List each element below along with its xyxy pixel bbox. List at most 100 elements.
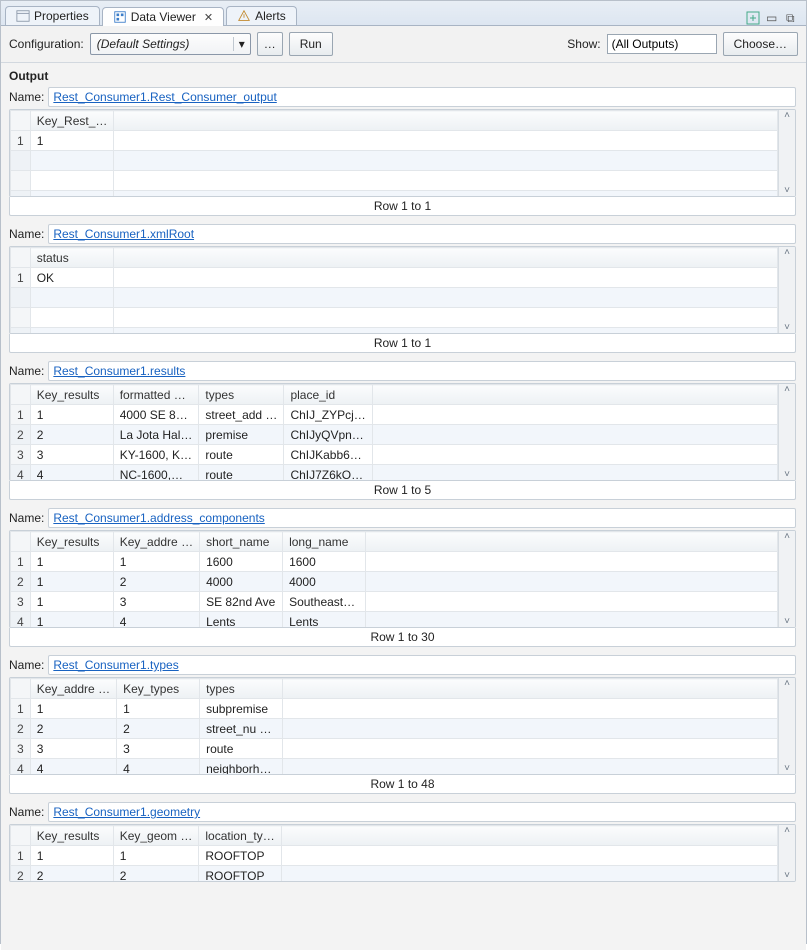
cell[interactable]: 1 <box>30 572 113 592</box>
table-row[interactable] <box>11 171 778 191</box>
data-grid[interactable]: Key_Rest_…11 <box>10 110 778 196</box>
vertical-scrollbar[interactable]: ˄˅ <box>778 531 795 627</box>
cell[interactable]: 4000 <box>283 572 366 592</box>
table-row[interactable]: 111subpremise <box>11 699 778 719</box>
table-row[interactable]: 44NC-1600,…routeChIJ7Z6kO… <box>11 465 778 481</box>
vertical-scrollbar[interactable]: ˄˅ <box>778 678 795 774</box>
column-header[interactable]: types <box>200 679 283 699</box>
cell[interactable]: 2 <box>30 425 113 445</box>
cell[interactable]: 4 <box>30 465 113 481</box>
cell[interactable]: 1 <box>30 552 113 572</box>
cell[interactable]: 2 <box>117 719 200 739</box>
tab-properties[interactable]: Properties <box>5 6 100 25</box>
cell[interactable]: 3 <box>30 445 113 465</box>
close-icon[interactable]: ✕ <box>200 11 213 24</box>
cell[interactable] <box>30 191 114 197</box>
configuration-more-button[interactable]: … <box>257 32 283 56</box>
cell[interactable]: ChIJKabb6… <box>284 445 372 465</box>
cell[interactable]: 2 <box>30 866 113 882</box>
scroll-up-icon[interactable]: ˄ <box>784 825 790 836</box>
cell[interactable]: ROOFTOP <box>199 846 282 866</box>
scroll-down-icon[interactable]: ˅ <box>784 763 790 774</box>
column-header[interactable]: long_name <box>283 532 366 552</box>
table-row[interactable]: 222street_nu … <box>11 719 778 739</box>
cell[interactable]: 1 <box>30 405 113 425</box>
tab-alerts[interactable]: Alerts <box>226 6 297 25</box>
cell[interactable]: 1 <box>30 699 116 719</box>
cell[interactable]: 3 <box>30 739 116 759</box>
vertical-scrollbar[interactable]: ˄˅ <box>778 247 795 333</box>
cell[interactable]: 4 <box>113 612 199 628</box>
column-header[interactable]: location_ty… <box>199 826 282 846</box>
table-row[interactable]: 1OK <box>11 268 778 288</box>
cell[interactable]: 4 <box>117 759 200 775</box>
scroll-up-icon[interactable]: ˄ <box>784 531 790 542</box>
run-button[interactable]: Run <box>289 32 333 56</box>
cell[interactable]: 4 <box>30 759 116 775</box>
maximize-icon[interactable]: ⧉ <box>786 11 800 25</box>
scroll-up-icon[interactable]: ˄ <box>784 247 790 258</box>
table-row[interactable]: 33KY-1600, K…routeChIJKabb6… <box>11 445 778 465</box>
tab-data-viewer[interactable]: Data Viewer ✕ <box>102 7 224 26</box>
cell[interactable]: 1 <box>117 699 200 719</box>
cell[interactable] <box>30 308 113 328</box>
section-name-link[interactable]: Rest_Consumer1.address_components <box>48 508 796 528</box>
choose-button[interactable]: Choose… <box>723 32 798 56</box>
cell[interactable]: 1600 <box>200 552 283 572</box>
data-grid[interactable]: Key_resultsformatted …typesplace_id11400… <box>10 384 778 480</box>
cell[interactable]: ChIJ_ZYPcj… <box>284 405 372 425</box>
column-header[interactable]: Key_addre … <box>30 679 116 699</box>
section-name-link[interactable]: Rest_Consumer1.types <box>48 655 796 675</box>
data-grid[interactable]: Key_resultsKey_addre …short_namelong_nam… <box>10 531 778 627</box>
show-filter-input[interactable] <box>607 34 717 54</box>
cell[interactable] <box>30 151 114 171</box>
table-row[interactable] <box>11 151 778 171</box>
table-row[interactable]: 21240004000 <box>11 572 778 592</box>
configuration-select[interactable]: (Default Settings) ▾ <box>90 33 251 55</box>
cell[interactable]: Lents <box>200 612 283 628</box>
table-row[interactable] <box>11 328 778 334</box>
scroll-down-icon[interactable]: ˅ <box>784 616 790 627</box>
table-row[interactable]: 22La Jota Hal…premiseChIJyQVpn… <box>11 425 778 445</box>
cell[interactable]: 1 <box>30 846 113 866</box>
table-row[interactable]: 222ROOFTOP <box>11 866 778 882</box>
cell[interactable]: SE 82nd Ave <box>200 592 283 612</box>
cell[interactable]: La Jota Hal… <box>113 425 199 445</box>
cell[interactable] <box>30 288 113 308</box>
section-name-link[interactable]: Rest_Consumer1.xmlRoot <box>48 224 796 244</box>
cell[interactable]: 2 <box>30 719 116 739</box>
cell[interactable] <box>30 328 113 334</box>
cell[interactable]: 3 <box>117 739 200 759</box>
scroll-up-icon[interactable]: ˄ <box>784 678 790 689</box>
data-grid[interactable]: Key_addre …Key_typestypes111subpremise22… <box>10 678 778 774</box>
cell[interactable]: street_add … <box>199 405 284 425</box>
column-header[interactable]: formatted … <box>113 385 199 405</box>
column-header[interactable]: place_id <box>284 385 372 405</box>
cell[interactable]: NC-1600,… <box>113 465 199 481</box>
vertical-scrollbar[interactable]: ˄˅ <box>778 825 795 881</box>
column-header[interactable]: Key_addre … <box>113 532 199 552</box>
cell[interactable]: 1600 <box>283 552 366 572</box>
table-row[interactable]: 11 <box>11 131 778 151</box>
table-row[interactable]: 414LentsLents <box>11 612 778 628</box>
view-menu-icon[interactable] <box>746 11 760 25</box>
cell[interactable] <box>30 171 114 191</box>
data-grid[interactable]: Key_resultsKey_geom …location_ty…111ROOF… <box>10 825 778 881</box>
cell[interactable]: ChIJ7Z6kO… <box>284 465 372 481</box>
cell[interactable]: Southeast… <box>283 592 366 612</box>
scroll-down-icon[interactable]: ˅ <box>784 322 790 333</box>
section-name-link[interactable]: Rest_Consumer1.results <box>48 361 796 381</box>
cell[interactable]: 1 <box>113 552 199 572</box>
vertical-scrollbar[interactable]: ˄˅ <box>778 384 795 480</box>
column-header[interactable]: Key_geom … <box>113 826 199 846</box>
cell[interactable]: 1 <box>113 846 199 866</box>
cell[interactable]: neighborh… <box>200 759 283 775</box>
table-row[interactable]: 444neighborh… <box>11 759 778 775</box>
cell[interactable]: KY-1600, K… <box>113 445 199 465</box>
column-header[interactable]: Key_results <box>30 826 113 846</box>
cell[interactable]: OK <box>30 268 113 288</box>
table-row[interactable]: 333route <box>11 739 778 759</box>
scroll-down-icon[interactable]: ˅ <box>784 870 790 881</box>
cell[interactable]: 1 <box>30 131 114 151</box>
cell[interactable]: Lents <box>283 612 366 628</box>
